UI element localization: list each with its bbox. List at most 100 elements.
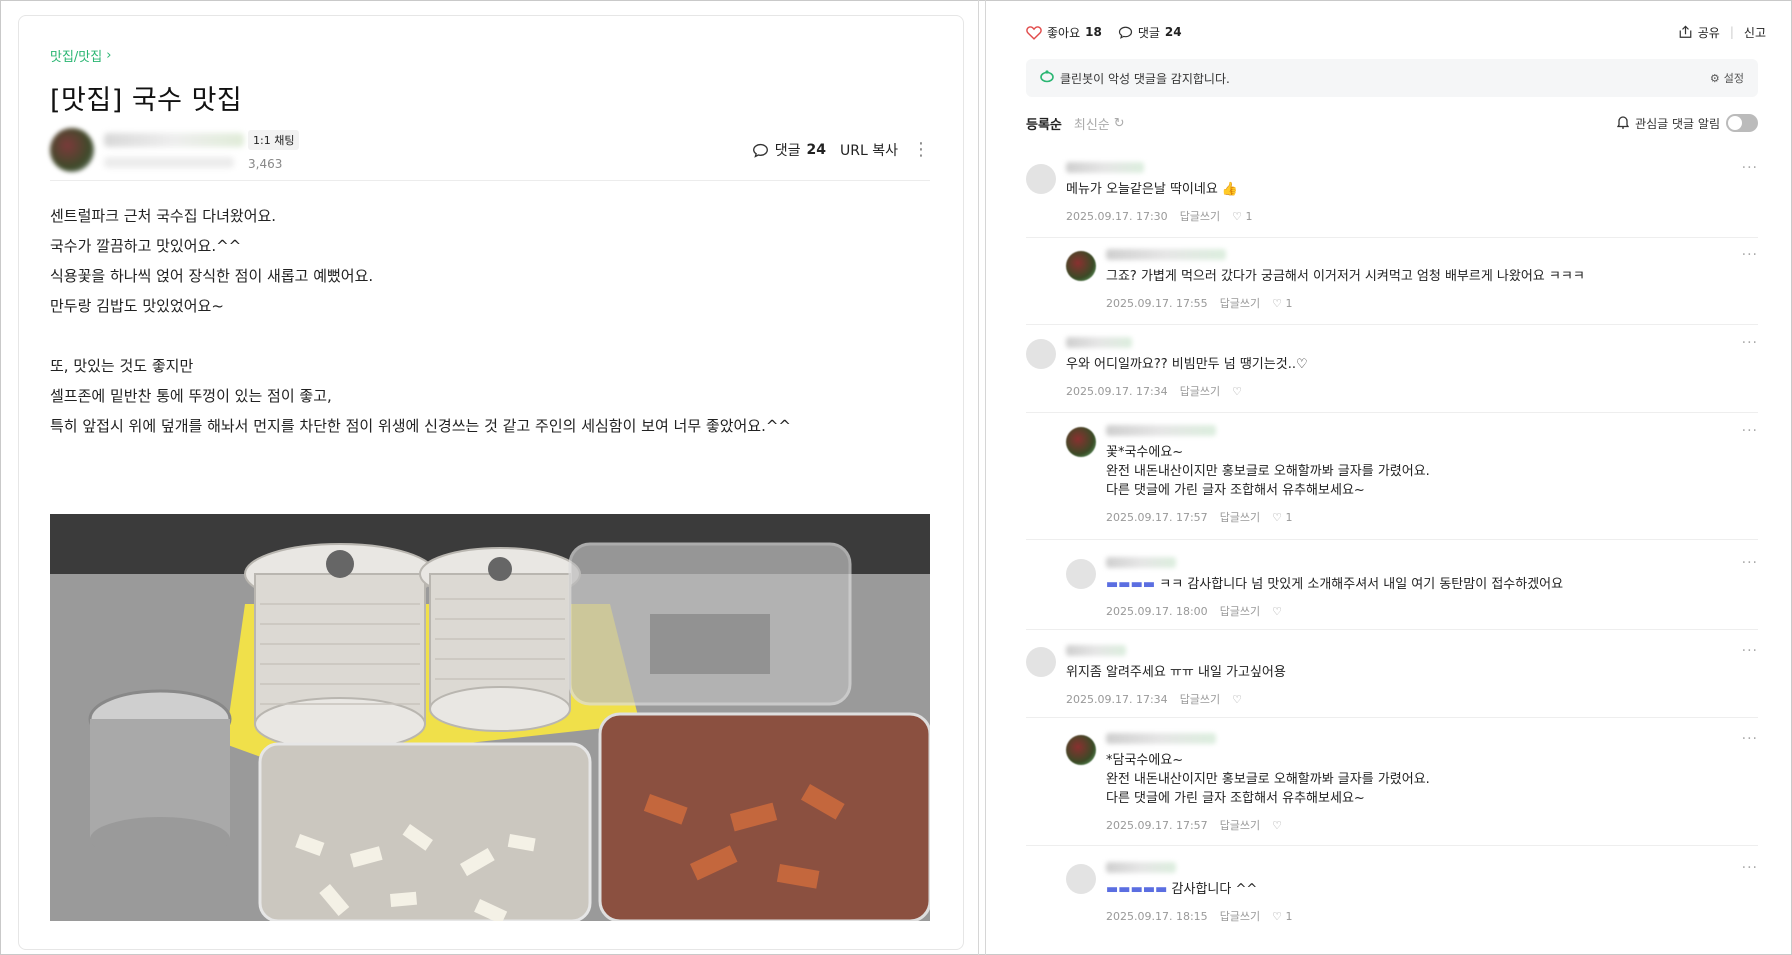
- comment-label: 댓글: [774, 143, 801, 159]
- speech-bubble-icon: [752, 143, 768, 158]
- like-button[interactable]: ♡ 1: [1232, 210, 1252, 223]
- like-button[interactable]: 좋아요 18: [1026, 24, 1102, 41]
- avatar[interactable]: [1066, 559, 1096, 589]
- reply-button[interactable]: 답글쓰기: [1220, 509, 1260, 525]
- comment-date: 2025.09.17. 18:00: [1106, 604, 1208, 618]
- more-icon[interactable]: ···: [1742, 335, 1758, 351]
- reply-button[interactable]: 답글쓰기: [1220, 603, 1260, 619]
- comment-alarm: 관심글 댓글 알림: [1616, 114, 1758, 132]
- content-line: 센트럴파크 근처 국수집 다녀왔어요.: [50, 207, 277, 225]
- like-button[interactable]: ♡: [1232, 693, 1242, 706]
- photo-illustration: [50, 514, 930, 921]
- cleanbot-setting-button[interactable]: ⚙ 설정: [1710, 70, 1744, 86]
- avatar[interactable]: [1026, 647, 1056, 677]
- share-label: 공유: [1697, 25, 1720, 40]
- comment-date: 2025.09.17. 17:57: [1106, 510, 1208, 524]
- sort-row: 등록순 최신순 ↻ 관심글 댓글 알림: [1026, 112, 1758, 134]
- more-icon[interactable]: ···: [1742, 731, 1758, 747]
- more-icon[interactable]: ···: [1742, 160, 1758, 176]
- reply-button[interactable]: 답글쓰기: [1220, 817, 1260, 833]
- reply-item: ▬▬▬▬ ㅋㅋ 감사합니다 넘 맛있게 소개해주셔서 내일 여기 동탄맘이 접수…: [1026, 553, 1758, 630]
- avatar[interactable]: [1066, 427, 1096, 457]
- comment-text: 꽃*국수에요~ 완전 내돈내산이지만 홍보글로 오해할까봐 글자를 가렸어요. …: [1106, 443, 1430, 500]
- like-button[interactable]: ♡: [1232, 385, 1242, 398]
- commenter-name-blurred[interactable]: [1066, 162, 1144, 173]
- comment-line: *담국수에요~: [1106, 753, 1184, 768]
- post-photo[interactable]: [50, 514, 930, 921]
- comment-meta: 2025.09.17. 17:57 답글쓰기 ♡: [1106, 817, 1282, 833]
- more-icon[interactable]: ···: [1742, 643, 1758, 659]
- sort-registered[interactable]: 등록순: [1026, 114, 1062, 133]
- commenter-name-blurred[interactable]: [1106, 733, 1216, 744]
- comment-line: 꽃*국수에요~: [1106, 445, 1184, 460]
- more-icon[interactable]: ···: [1742, 247, 1758, 263]
- more-icon[interactable]: ···: [1742, 555, 1758, 571]
- like-button[interactable]: ♡ 1: [1272, 297, 1292, 310]
- divider: [1026, 845, 1758, 846]
- reply-button[interactable]: 답글쓰기: [1180, 208, 1220, 224]
- divider: [1026, 539, 1758, 540]
- commenter-name-blurred[interactable]: [1106, 862, 1176, 873]
- breadcrumb-label[interactable]: 맛집/맛집: [50, 46, 102, 65]
- avatar[interactable]: [1066, 251, 1096, 281]
- avatar[interactable]: [1026, 339, 1056, 369]
- comment-body: 감사합니다 ^^: [1171, 882, 1258, 897]
- avatar[interactable]: [1066, 735, 1096, 765]
- share-button[interactable]: 공유: [1678, 24, 1720, 41]
- comment-meta: 2025.09.17. 17:57 답글쓰기 ♡ 1: [1106, 509, 1293, 525]
- comment-date: 2025.09.17. 17:55: [1106, 296, 1208, 310]
- content-line: 만두랑 김밥도 맛있었어요~: [50, 297, 224, 315]
- comment-count: 24: [806, 142, 826, 158]
- reaction-bar: 좋아요 18 댓글 24 공유 | 신고: [1026, 20, 1766, 44]
- like-button[interactable]: ♡: [1272, 819, 1282, 832]
- like-button[interactable]: ♡ 1: [1272, 910, 1292, 923]
- breadcrumb[interactable]: 맛집/맛집 ›: [50, 46, 930, 65]
- comment-meta: 2025.09.17. 17:34 답글쓰기 ♡: [1066, 383, 1242, 399]
- comment-text: 그죠? 가볍게 먹으러 갔다가 궁금해서 이거저거 시켜먹고 엄청 배부르게 나…: [1106, 269, 1585, 284]
- commenter-name-blurred[interactable]: [1066, 337, 1132, 348]
- comment-date: 2025.09.17. 17:57: [1106, 818, 1208, 832]
- alarm-toggle[interactable]: [1726, 114, 1758, 132]
- divider: [1026, 717, 1758, 718]
- more-icon[interactable]: ···: [1742, 860, 1758, 876]
- content-line: 식용꽃을 하나씩 얹어 장식한 점이 새롭고 예뻤어요.: [50, 267, 374, 285]
- commenter-name-blurred[interactable]: [1106, 425, 1216, 436]
- chat-button[interactable]: 1:1 채팅: [248, 130, 300, 150]
- reply-button[interactable]: 답글쓰기: [1180, 691, 1220, 707]
- comment-count-button[interactable]: 댓글 24: [1118, 24, 1182, 41]
- reply-item: 꽃*국수에요~ 완전 내돈내산이지만 홍보글로 오해할까봐 글자를 가렸어요. …: [1026, 421, 1758, 540]
- speech-bubble-icon: [1118, 26, 1132, 39]
- sort-latest[interactable]: 최신순: [1074, 114, 1110, 133]
- report-button[interactable]: 신고: [1744, 24, 1766, 41]
- commenter-name-blurred[interactable]: [1106, 557, 1176, 568]
- kebab-icon[interactable]: ⋮: [912, 141, 930, 159]
- reply-item: *담국수에요~ 완전 내돈내산이지만 홍보글로 오해할까봐 글자를 가렸어요. …: [1026, 729, 1758, 846]
- comment-text: ▬▬▬▬ ㅋㅋ 감사합니다 넘 맛있게 소개해주셔서 내일 여기 동탄맘이 접수…: [1106, 575, 1563, 594]
- more-icon[interactable]: ···: [1742, 423, 1758, 439]
- reply-button[interactable]: 답글쓰기: [1220, 295, 1260, 311]
- mention-tag[interactable]: ▬▬▬▬: [1106, 577, 1159, 592]
- comment-count-button[interactable]: 댓글 24: [752, 140, 826, 160]
- content-line: [50, 321, 930, 351]
- url-copy-button[interactable]: URL 복사: [840, 140, 898, 160]
- mention-tag[interactable]: ▬▬▬▬▬: [1106, 882, 1172, 897]
- divider: [1026, 324, 1758, 325]
- bell-icon: [1616, 115, 1630, 132]
- content-line: 특히 앞접시 위에 덮개를 해놔서 먼지를 차단한 점이 위생에 신경쓰는 것 …: [50, 417, 791, 435]
- panel-separator: [978, 0, 979, 955]
- reply-button[interactable]: 답글쓰기: [1180, 383, 1220, 399]
- commenter-name-blurred[interactable]: [1066, 645, 1126, 656]
- like-button[interactable]: ♡: [1272, 605, 1282, 618]
- avatar[interactable]: [1066, 864, 1096, 894]
- refresh-icon[interactable]: ↻: [1114, 116, 1125, 131]
- top-actions: 공유 | 신고: [1678, 24, 1766, 41]
- comment-item: 우와 어디일까요?? 비빔만두 넘 땡기는것..♡ 2025.09.17. 17…: [1026, 333, 1758, 413]
- avatar[interactable]: [1026, 164, 1056, 194]
- like-button[interactable]: ♡ 1: [1272, 511, 1292, 524]
- commenter-name-blurred[interactable]: [1106, 249, 1226, 260]
- like-count: 1: [1285, 296, 1293, 310]
- reply-button[interactable]: 답글쓰기: [1220, 908, 1260, 924]
- author-name-blurred[interactable]: [104, 133, 244, 147]
- avatar[interactable]: [50, 128, 94, 172]
- panel-separator: [985, 0, 986, 955]
